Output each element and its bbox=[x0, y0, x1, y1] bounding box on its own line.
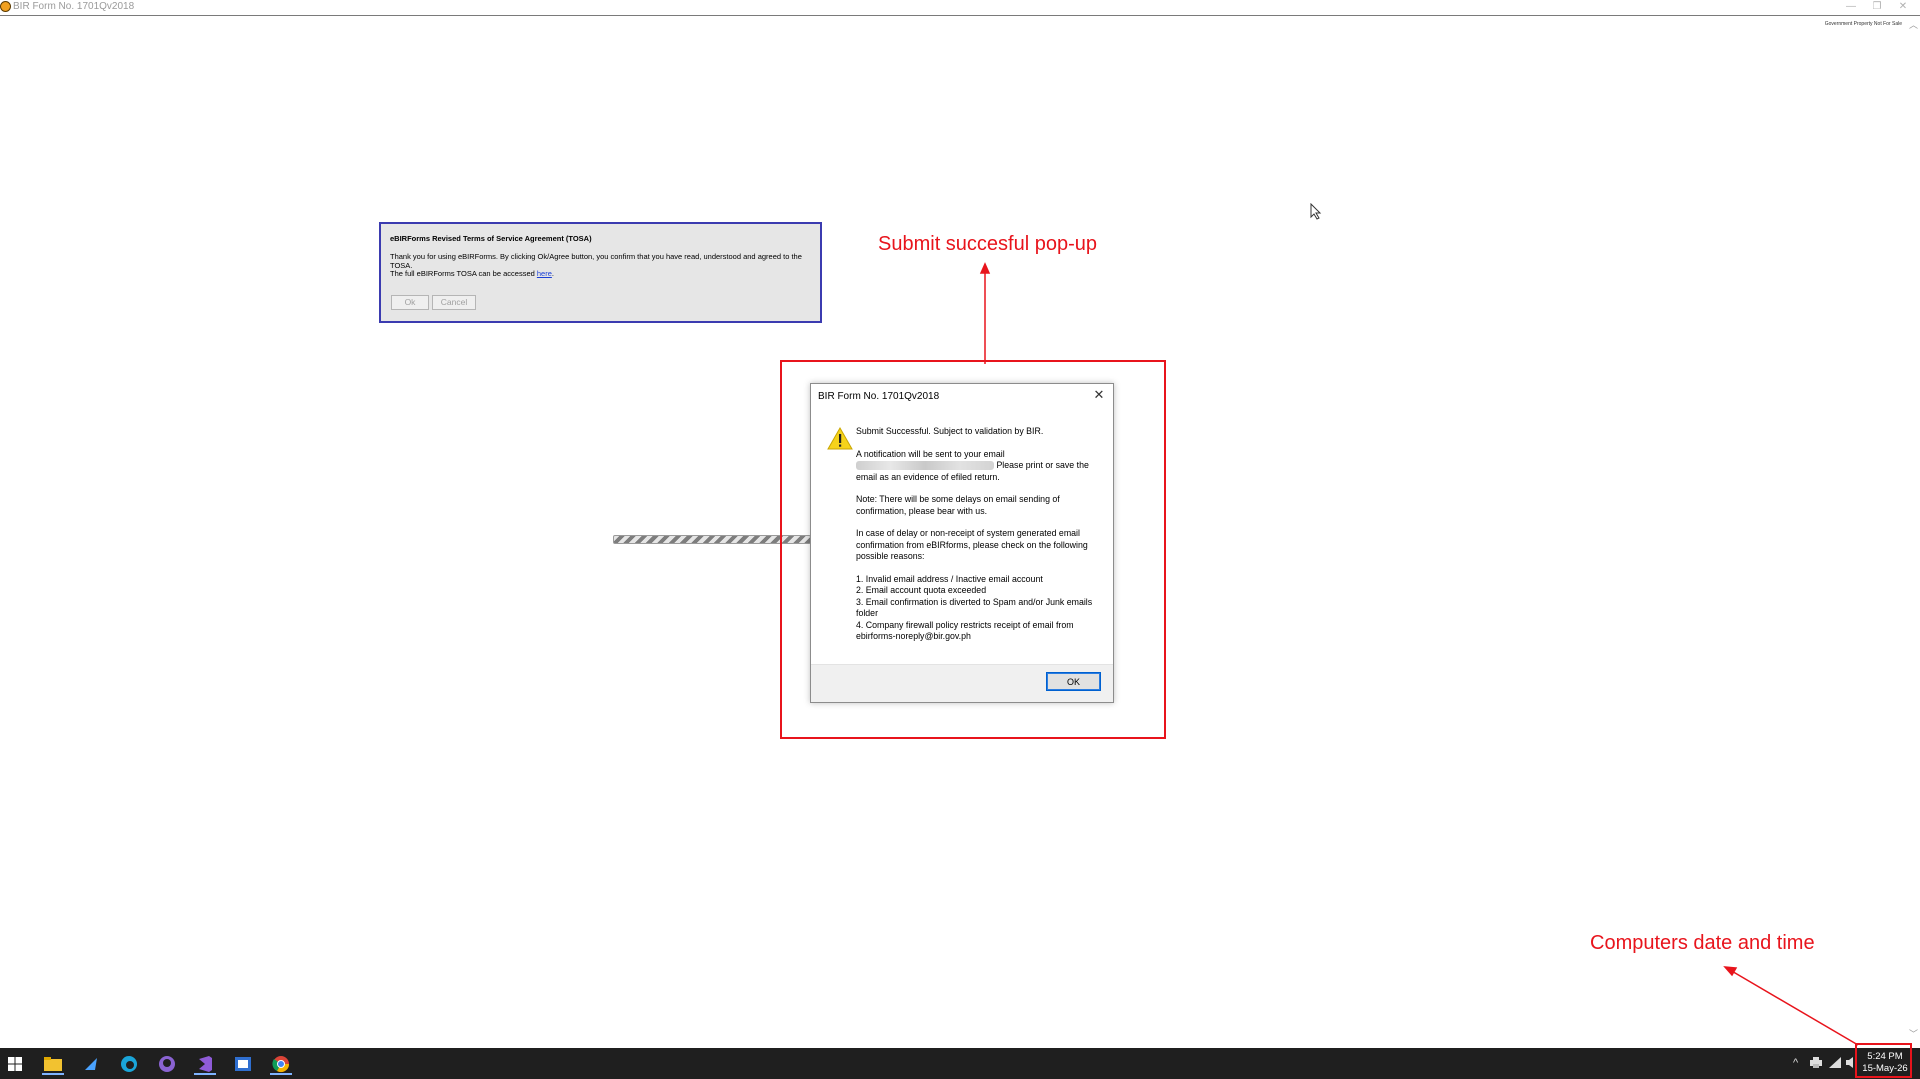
file-explorer-icon[interactable] bbox=[42, 1053, 64, 1075]
redacted-email bbox=[856, 461, 994, 471]
tosa-link-text: The full eBIRForms TOSA can be accessed … bbox=[390, 269, 554, 278]
taskbar-active-indicator bbox=[42, 1073, 64, 1075]
mouse-cursor-icon bbox=[1310, 203, 1322, 220]
visual-studio-icon[interactable] bbox=[194, 1053, 216, 1075]
windows-start-icon[interactable] bbox=[4, 1053, 26, 1075]
scroll-down-icon[interactable]: ﹀ bbox=[1909, 1027, 1918, 1040]
warning-icon bbox=[827, 426, 853, 455]
dialog-reasons-list: 1. Invalid email address / Inactive emai… bbox=[856, 574, 1096, 643]
dialog-note: Note: There will be some delays on email… bbox=[856, 494, 1060, 516]
tosa-here-link[interactable]: here bbox=[537, 269, 552, 278]
popup-arrow-head bbox=[979, 262, 991, 274]
clock-annotation-label: Computers date and time bbox=[1590, 932, 1815, 954]
government-property-note: Government Property Not For Sale bbox=[1824, 21, 1902, 27]
tosa-cancel-button[interactable]: Cancel bbox=[432, 295, 476, 310]
taskbar-active-indicator bbox=[270, 1073, 292, 1075]
taskbar-active-indicator bbox=[194, 1073, 216, 1075]
dialog-footer: OK bbox=[811, 664, 1113, 702]
tosa-panel: eBIRForms Revised Terms of Service Agree… bbox=[379, 222, 822, 323]
tosa-link-prefix: The full eBIRForms TOSA can be accessed bbox=[390, 269, 537, 278]
dialog-notif-prefix: A notification will be sent to your emai… bbox=[856, 448, 1005, 459]
dialog-close-icon[interactable]: ✕ bbox=[1089, 386, 1109, 404]
dialog-message: Submit Successful. Subject to validation… bbox=[856, 426, 1096, 643]
tray-chevron-icon[interactable]: ^ bbox=[1793, 1057, 1798, 1069]
list-item: 3. Email confirmation is diverted to Spa… bbox=[856, 596, 1093, 619]
clock-arrow-head bbox=[1723, 966, 1738, 977]
list-item: 1. Invalid email address / Inactive emai… bbox=[856, 573, 1043, 584]
dialog-delay-text: In case of delay or non-receipt of syste… bbox=[856, 528, 1088, 561]
tosa-ok-button[interactable]: Ok bbox=[391, 295, 429, 310]
submit-success-dialog: BIR Form No. 1701Qv2018 ✕ Submit Success… bbox=[810, 383, 1114, 703]
edge-icon[interactable] bbox=[118, 1053, 140, 1075]
window-titlebar: BIR Form No. 1701Qv2018 — ❐ ✕ bbox=[0, 0, 1920, 16]
minimize-button[interactable]: — bbox=[1840, 0, 1862, 14]
taskbar: ^ 5:24 PM 15-May-26 bbox=[0, 1048, 1920, 1079]
list-item: 4. Company firewall policy restricts rec… bbox=[856, 619, 1074, 642]
window-title: BIR Form No. 1701Qv2018 bbox=[13, 1, 135, 12]
dialog-ok-button[interactable]: OK bbox=[1046, 672, 1101, 691]
dialog-title: BIR Form No. 1701Qv2018 bbox=[818, 391, 940, 402]
app-window-icon[interactable] bbox=[232, 1053, 254, 1075]
network-icon[interactable] bbox=[1829, 1057, 1841, 1071]
dialog-line-success: Submit Successful. Subject to validation… bbox=[856, 426, 1044, 436]
printer-icon[interactable] bbox=[1810, 1057, 1822, 1071]
dialog-notification-text: A notification will be sent to your emai… bbox=[856, 449, 1096, 484]
restore-button[interactable]: ❐ bbox=[1866, 0, 1888, 14]
chrome-icon[interactable] bbox=[270, 1053, 292, 1075]
tosa-link-suffix: . bbox=[551, 269, 554, 278]
clock-arrow-line bbox=[1729, 969, 1859, 1046]
clock-highlight-box bbox=[1855, 1043, 1912, 1078]
app-icon[interactable] bbox=[80, 1053, 102, 1075]
app-logo-icon bbox=[0, 1, 11, 12]
list-item: 2. Email account quota exceeded bbox=[856, 585, 987, 595]
popup-annotation-label: Submit succesful pop-up bbox=[878, 233, 1098, 255]
scroll-up-icon[interactable]: ︿ bbox=[1909, 18, 1918, 31]
close-window-button[interactable]: ✕ bbox=[1892, 0, 1914, 14]
tosa-text: Thank you for using eBIRForms. By clicki… bbox=[390, 252, 802, 270]
github-icon[interactable] bbox=[156, 1053, 178, 1075]
tosa-title: eBIRForms Revised Terms of Service Agree… bbox=[390, 234, 592, 243]
